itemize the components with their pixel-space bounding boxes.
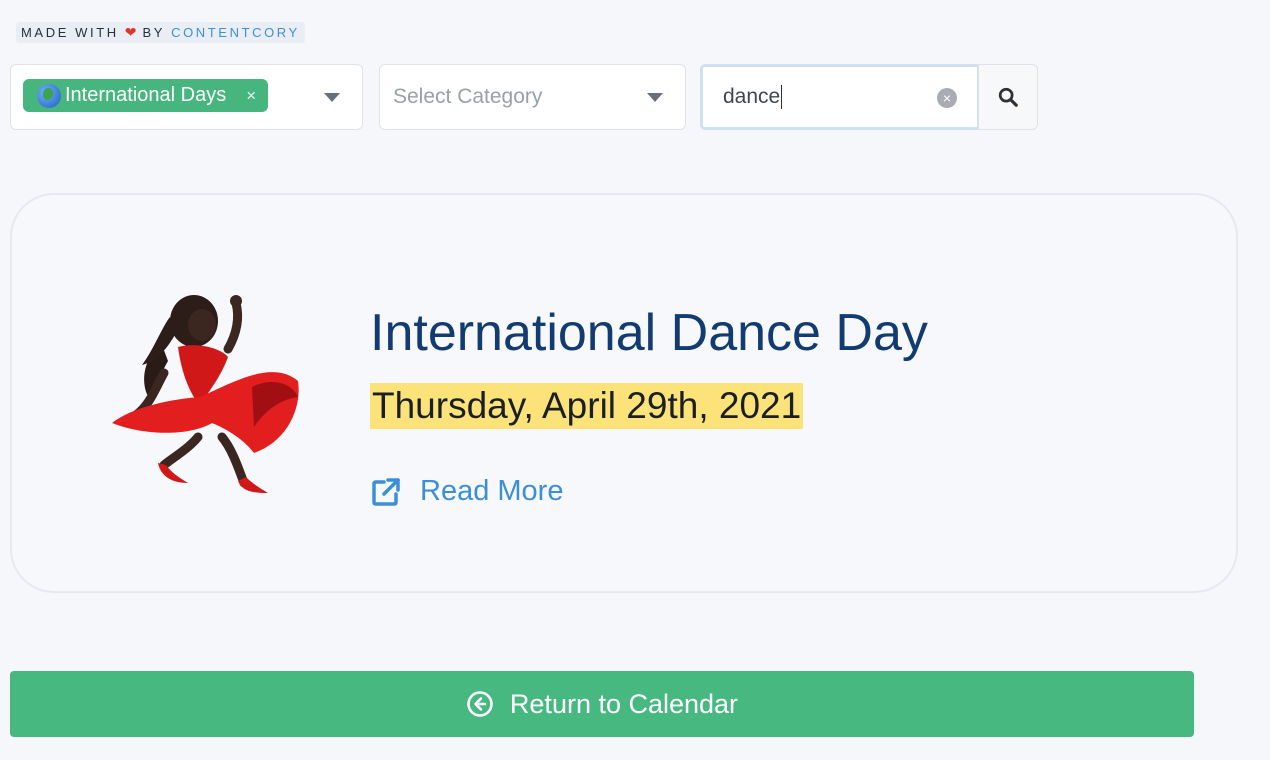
event-date: Thursday, April 29th, 2021 — [370, 383, 804, 429]
arrow-left-circle-icon — [467, 691, 493, 717]
search-icon — [998, 87, 1018, 107]
category-filter-select[interactable]: Select Category — [379, 64, 686, 130]
made-with-love-credit: MADE WITH ❤ BY CONTENTCORY — [16, 22, 305, 43]
globe-icon — [37, 83, 61, 108]
external-link-icon — [372, 477, 400, 506]
type-filter-select[interactable]: International Days × — [10, 64, 363, 130]
read-more-link[interactable]: Read More — [370, 475, 563, 508]
credit-brand-link[interactable]: CONTENTCORY — [171, 25, 300, 40]
event-result-card: International Dance Day Thursday, April … — [10, 193, 1238, 593]
selected-type-label: International Days — [65, 84, 227, 106]
search-input-value[interactable]: dance — [723, 85, 783, 110]
return-to-calendar-label: Return to Calendar — [509, 688, 739, 719]
return-to-calendar-button[interactable]: Return to Calendar — [10, 671, 1194, 737]
search-button[interactable] — [978, 64, 1038, 130]
chevron-down-icon[interactable] — [324, 93, 340, 102]
heart-icon: ❤ — [124, 24, 137, 40]
read-more-label: Read More — [420, 475, 564, 507]
category-placeholder: Select Category — [393, 85, 543, 108]
credit-prefix: MADE WITH — [21, 25, 119, 40]
woman-dancing-icon — [112, 295, 299, 493]
chevron-down-icon[interactable] — [647, 93, 663, 102]
clear-search-icon[interactable]: × — [937, 88, 957, 108]
remove-tag-icon[interactable]: × — [246, 86, 256, 106]
search-input[interactable]: dance × — [700, 64, 980, 130]
event-title: International Dance Day — [370, 304, 928, 362]
selected-type-tag: International Days × — [23, 79, 269, 112]
credit-by: BY — [142, 25, 166, 40]
